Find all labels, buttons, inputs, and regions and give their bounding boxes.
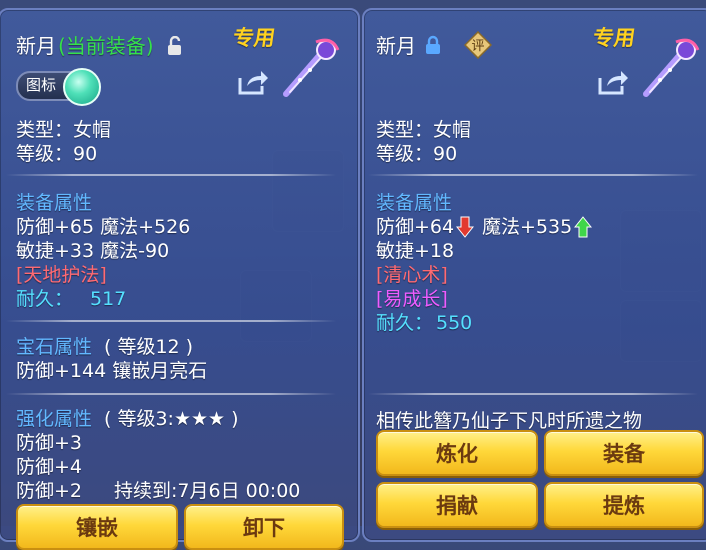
divider [6, 174, 336, 176]
icon-toggle[interactable]: 图标 [16, 68, 101, 106]
divider [368, 174, 698, 176]
enhance-line: 防御+3 [16, 432, 83, 454]
divider [6, 393, 336, 395]
share-icon[interactable] [237, 68, 269, 100]
duration-text: 持续到:7月6日 00:00 [114, 480, 301, 502]
item-name: 新月 [16, 34, 56, 58]
durability-label: 耐久： [376, 312, 434, 334]
gem-level: ( 等级12 ) [104, 336, 194, 358]
special-skill: [天地护法] [16, 264, 107, 286]
unlock-icon[interactable] [166, 35, 184, 60]
attr-defense: 防御+64 [376, 216, 455, 238]
item-name: 新月 [376, 34, 416, 58]
refine-button[interactable]: 炼化 [376, 430, 538, 476]
durability-value: 550 [436, 312, 473, 334]
lock-icon[interactable] [424, 35, 442, 59]
hairpin-item-icon [640, 36, 702, 102]
attr-magic: 魔法+535 [482, 216, 573, 238]
attr-line: 防御+65 魔法+526 [16, 216, 191, 238]
divider [368, 393, 698, 395]
inlay-button[interactable]: 镶嵌 [16, 504, 178, 550]
durability-label: 耐久： [16, 288, 74, 310]
attr-line: 敏捷+33 魔法-90 [16, 240, 170, 262]
current-equipment-panel: 新月 (当前装备) 专用 图标 类型：女帽 等级：90 装备属性 防御+65 魔… [0, 8, 360, 550]
attr-line: 敏捷+18 [376, 240, 455, 262]
type-line: 类型：女帽 [376, 119, 472, 141]
gem-line: 防御+144 镶嵌月亮石 [16, 360, 208, 382]
equipped-label: (当前装备) [58, 34, 154, 58]
special-effect: [易成长] [376, 288, 448, 310]
durability-value: 517 [90, 288, 127, 310]
level-line: 等级：90 [376, 143, 458, 165]
divider [6, 320, 336, 322]
toggle-knob [63, 68, 101, 106]
level-line: 等级：90 [16, 143, 98, 165]
equip-attr-header: 装备属性 [16, 192, 93, 214]
icon-toggle-label: 图标 [26, 76, 57, 94]
equip-button[interactable]: 装备 [544, 430, 704, 476]
enhance-level: ( 等级3:★★★ ) [104, 408, 239, 430]
rate-badge-icon[interactable]: 评 [463, 30, 493, 63]
gem-header: 宝石属性 [16, 336, 93, 358]
hairpin-item-icon [280, 36, 342, 102]
exclusive-label: 专用 [591, 26, 637, 50]
equip-attr-header: 装备属性 [376, 192, 453, 214]
arrow-up-icon [573, 216, 593, 242]
arrow-down-icon [455, 216, 475, 242]
unequip-button[interactable]: 卸下 [184, 504, 344, 550]
enhance-line: 防御+2 [16, 480, 83, 502]
donate-button[interactable]: 捐献 [376, 482, 538, 528]
special-skill: [清心术] [376, 264, 448, 286]
extract-button[interactable]: 提炼 [544, 482, 704, 528]
compare-item-panel: 新月 评 专用 类型：女帽 等级：90 装备属性 防御+64 魔法+535 敏捷… [362, 8, 706, 542]
type-line: 类型：女帽 [16, 119, 112, 141]
rate-badge-text: 评 [471, 39, 484, 54]
exclusive-label: 专用 [231, 26, 277, 50]
share-icon[interactable] [597, 68, 629, 100]
enhance-header: 强化属性 [16, 408, 93, 430]
enhance-line: 防御+4 [16, 456, 83, 478]
